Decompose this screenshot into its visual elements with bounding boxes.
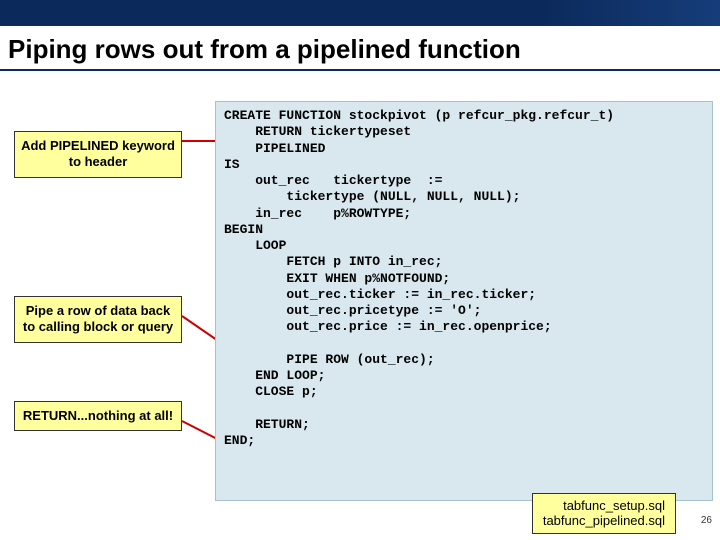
- filename-2: tabfunc_pipelined.sql: [543, 513, 665, 529]
- filename-1: tabfunc_setup.sql: [543, 498, 665, 514]
- page-number: 26: [701, 515, 712, 526]
- callout-pipelined-keyword: Add PIPELINED keyword to header: [14, 131, 182, 178]
- slide-body: Add PIPELINED keyword to header Pipe a r…: [0, 71, 720, 537]
- slide-title: Piping rows out from a pipelined functio…: [0, 26, 720, 71]
- callout-pipe-row: Pipe a row of data back to calling block…: [14, 296, 182, 343]
- header-bar: [0, 0, 720, 26]
- code-block: CREATE FUNCTION stockpivot (p refcur_pkg…: [215, 101, 713, 501]
- callout-return-nothing: RETURN...nothing at all!: [14, 401, 182, 431]
- footer-filenames: tabfunc_setup.sql tabfunc_pipelined.sql: [532, 493, 676, 534]
